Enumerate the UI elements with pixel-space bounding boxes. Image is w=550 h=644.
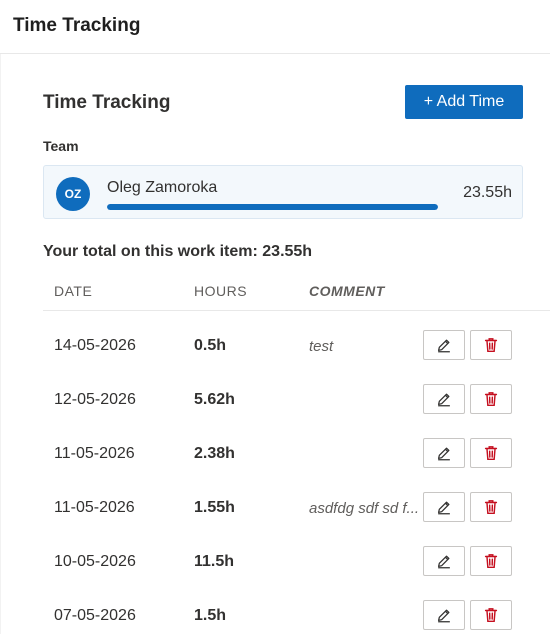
edit-entry-button[interactable] bbox=[423, 600, 465, 630]
pencil-icon bbox=[435, 444, 453, 462]
delete-entry-button[interactable] bbox=[470, 600, 512, 630]
table-row: 11-05-2026 2.38h bbox=[43, 428, 550, 482]
table-row: 07-05-2026 1.5h bbox=[43, 590, 550, 644]
page-header: Time Tracking bbox=[0, 0, 550, 54]
total-hours-text: Your total on this work item: 23.55h bbox=[43, 243, 313, 260]
trash-icon bbox=[482, 390, 500, 408]
delete-entry-button[interactable] bbox=[470, 546, 512, 576]
delete-entry-button[interactable] bbox=[470, 330, 512, 360]
entry-hours: 2.38h bbox=[194, 445, 235, 462]
entry-hours: 1.55h bbox=[194, 499, 235, 516]
edit-entry-button[interactable] bbox=[423, 546, 465, 576]
member-name: Oleg Zamoroka bbox=[107, 179, 218, 196]
pencil-icon bbox=[435, 498, 453, 516]
avatar: OZ bbox=[56, 177, 90, 211]
member-hours: 23.55h bbox=[463, 184, 512, 201]
column-header-comment: COMMENT bbox=[309, 283, 385, 299]
team-member-card: OZ Oleg Zamoroka 23.55h bbox=[43, 165, 523, 219]
entry-date: 14-05-2026 bbox=[54, 337, 136, 354]
delete-entry-button[interactable] bbox=[470, 492, 512, 522]
delete-entry-button[interactable] bbox=[470, 384, 512, 414]
table-row: 12-05-2026 5.62h bbox=[43, 374, 550, 428]
pencil-icon bbox=[435, 336, 453, 354]
add-time-button[interactable]: + Add Time bbox=[405, 85, 523, 119]
entry-hours: 11.5h bbox=[194, 553, 235, 570]
trash-icon bbox=[482, 606, 500, 624]
trash-icon bbox=[482, 552, 500, 570]
entry-hours: 1.5h bbox=[194, 607, 227, 624]
column-header-hours: HOURS bbox=[194, 283, 248, 299]
table-header-divider bbox=[43, 310, 550, 311]
delete-entry-button[interactable] bbox=[470, 438, 512, 468]
member-hours-bar-fill bbox=[107, 204, 438, 210]
edit-entry-button[interactable] bbox=[423, 492, 465, 522]
entry-date: 11-05-2026 bbox=[54, 499, 135, 516]
panel-divider bbox=[0, 54, 1, 634]
entry-date: 11-05-2026 bbox=[54, 445, 135, 462]
pencil-icon bbox=[435, 390, 453, 408]
table-row: 14-05-2026 0.5h test bbox=[43, 320, 550, 374]
page-title: Time Tracking bbox=[13, 15, 141, 36]
entry-comment: test bbox=[309, 338, 334, 355]
section-title: Time Tracking bbox=[43, 92, 171, 113]
entry-date: 12-05-2026 bbox=[54, 391, 136, 408]
trash-icon bbox=[482, 444, 500, 462]
edit-entry-button[interactable] bbox=[423, 384, 465, 414]
team-label: Team bbox=[43, 138, 79, 154]
pencil-icon bbox=[435, 606, 453, 624]
member-hours-bar bbox=[107, 204, 438, 210]
table-row: 10-05-2026 11.5h bbox=[43, 536, 550, 590]
entry-date: 07-05-2026 bbox=[54, 607, 136, 624]
entry-hours: 0.5h bbox=[194, 337, 227, 354]
trash-icon bbox=[482, 498, 500, 516]
edit-entry-button[interactable] bbox=[423, 330, 465, 360]
table-row: 11-05-2026 1.55h asdfdg sdf sd f... bbox=[43, 482, 550, 536]
entry-hours: 5.62h bbox=[194, 391, 235, 408]
trash-icon bbox=[482, 336, 500, 354]
column-header-date: DATE bbox=[54, 283, 93, 299]
entry-comment: asdfdg sdf sd f... bbox=[309, 500, 420, 517]
pencil-icon bbox=[435, 552, 453, 570]
edit-entry-button[interactable] bbox=[423, 438, 465, 468]
entry-date: 10-05-2026 bbox=[54, 553, 136, 570]
